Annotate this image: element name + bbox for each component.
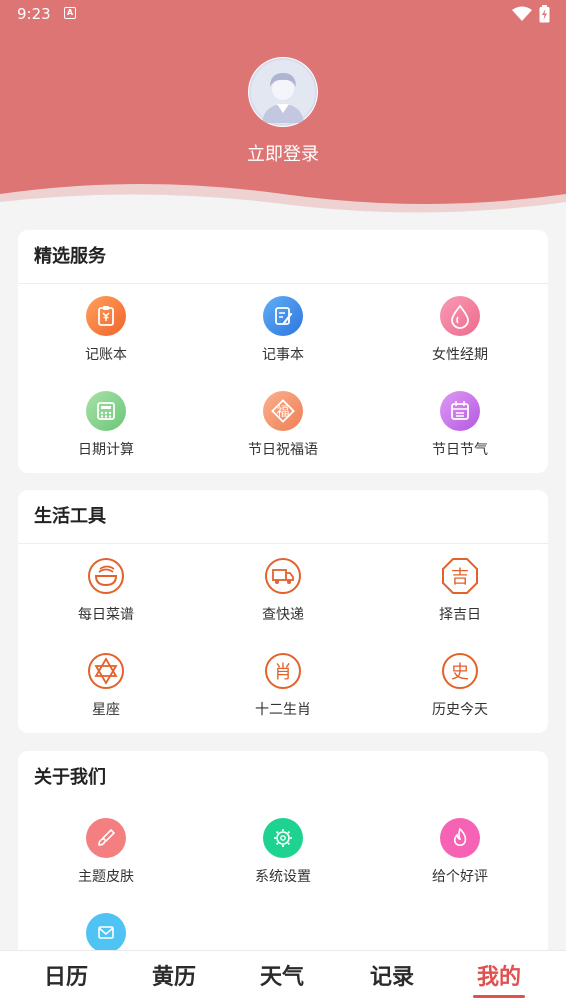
tab-records[interactable]: 记录 [337, 959, 447, 991]
gear-icon [263, 818, 303, 858]
wifi-icon [512, 6, 532, 21]
blessing-item[interactable]: 福 节日祝福语 [195, 391, 371, 459]
lucky-day-label: 择吉日 [439, 607, 481, 623]
tab-mine[interactable]: 我的 [444, 959, 554, 998]
solar-terms-label: 节日节气 [432, 442, 488, 458]
battery-icon [539, 5, 550, 23]
drop-icon [440, 296, 480, 336]
notification-icon: A [64, 7, 76, 19]
period-item[interactable]: 女性经期 [372, 296, 548, 364]
profile-header: 9:23 A 立即登录 [0, 0, 566, 215]
zodiac-label: 十二生肖 [255, 702, 311, 718]
ledger-label: 记账本 [85, 347, 127, 363]
period-label: 女性经期 [432, 347, 488, 363]
tab-calendar[interactable]: 日历 [11, 959, 121, 991]
header-wave [0, 184, 566, 215]
history-item[interactable]: 史 历史今天 [372, 651, 548, 719]
status-time: 9:23 [17, 5, 51, 23]
zodiac-icon: 肖 [265, 653, 301, 689]
blessing-icon: 福 [263, 391, 303, 431]
recipe-item[interactable]: 每日菜谱 [18, 556, 194, 624]
featured-services-title: 精选服务 [18, 230, 548, 284]
date-calc-item[interactable]: 日期计算 [18, 391, 194, 459]
avatar-illustration [249, 58, 317, 126]
recipe-label: 每日菜谱 [78, 607, 134, 623]
tab-weather[interactable]: 天气 [227, 959, 337, 991]
solar-terms-item[interactable]: 节日节气 [372, 391, 548, 459]
ledger-item[interactable]: 记账本 [18, 296, 194, 364]
tab-almanac[interactable]: 黄历 [119, 959, 229, 991]
history-icon: 史 [442, 653, 478, 689]
svg-text:史: 史 [451, 662, 469, 683]
lucky-icon: 吉 [442, 558, 478, 594]
date-calc-label: 日期计算 [78, 442, 134, 458]
mail-icon [86, 913, 126, 953]
calculator-icon [86, 391, 126, 431]
life-tools-title: 生活工具 [18, 490, 548, 544]
lucky-day-item[interactable]: 吉 择吉日 [372, 556, 548, 624]
notepad-icon [263, 296, 303, 336]
constellation-label: 星座 [92, 702, 120, 718]
constellation-item[interactable]: 星座 [18, 651, 194, 719]
rate-item[interactable]: 给个好评 [372, 818, 548, 886]
bottom-nav: 日历 黄历 天气 记录 我的 [0, 950, 566, 1006]
settings-item[interactable]: 系统设置 [195, 818, 371, 886]
history-label: 历史今天 [432, 702, 488, 718]
express-label: 查快递 [262, 607, 304, 623]
svg-text:福: 福 [276, 405, 289, 420]
ledger-icon [86, 296, 126, 336]
truck-icon [265, 558, 301, 594]
svg-text:肖: 肖 [274, 662, 292, 683]
about-us-title: 关于我们 [34, 767, 106, 788]
active-tab-indicator [473, 995, 525, 998]
svg-text:吉: 吉 [451, 567, 469, 588]
notepad-label: 记事本 [262, 347, 304, 363]
login-link[interactable]: 立即登录 [0, 140, 566, 166]
settings-label: 系统设置 [255, 869, 311, 885]
calendar-icon [440, 391, 480, 431]
express-item[interactable]: 查快递 [195, 556, 371, 624]
life-tools-card: 生活工具 每日菜谱 查快递 吉 择吉日 星座 肖 十二生肖 史 历史今天 [18, 490, 548, 733]
notepad-item[interactable]: 记事本 [195, 296, 371, 364]
tab-mine-label: 我的 [476, 964, 521, 990]
bowl-icon [88, 558, 124, 594]
zodiac-item[interactable]: 肖 十二生肖 [195, 651, 371, 719]
rate-label: 给个好评 [432, 869, 488, 885]
star-of-david-icon [88, 653, 124, 689]
avatar[interactable] [248, 57, 318, 127]
status-bar: 9:23 A [0, 0, 566, 30]
blessing-label: 节日祝福语 [248, 442, 318, 458]
featured-services-card: 精选服务 记账本 记事本 女性经期 日期计算 福 节日祝福语 节日节气 [18, 230, 548, 473]
flame-icon [440, 818, 480, 858]
brush-icon [86, 818, 126, 858]
theme-item[interactable]: 主题皮肤 [18, 818, 194, 886]
theme-label: 主题皮肤 [78, 869, 134, 885]
